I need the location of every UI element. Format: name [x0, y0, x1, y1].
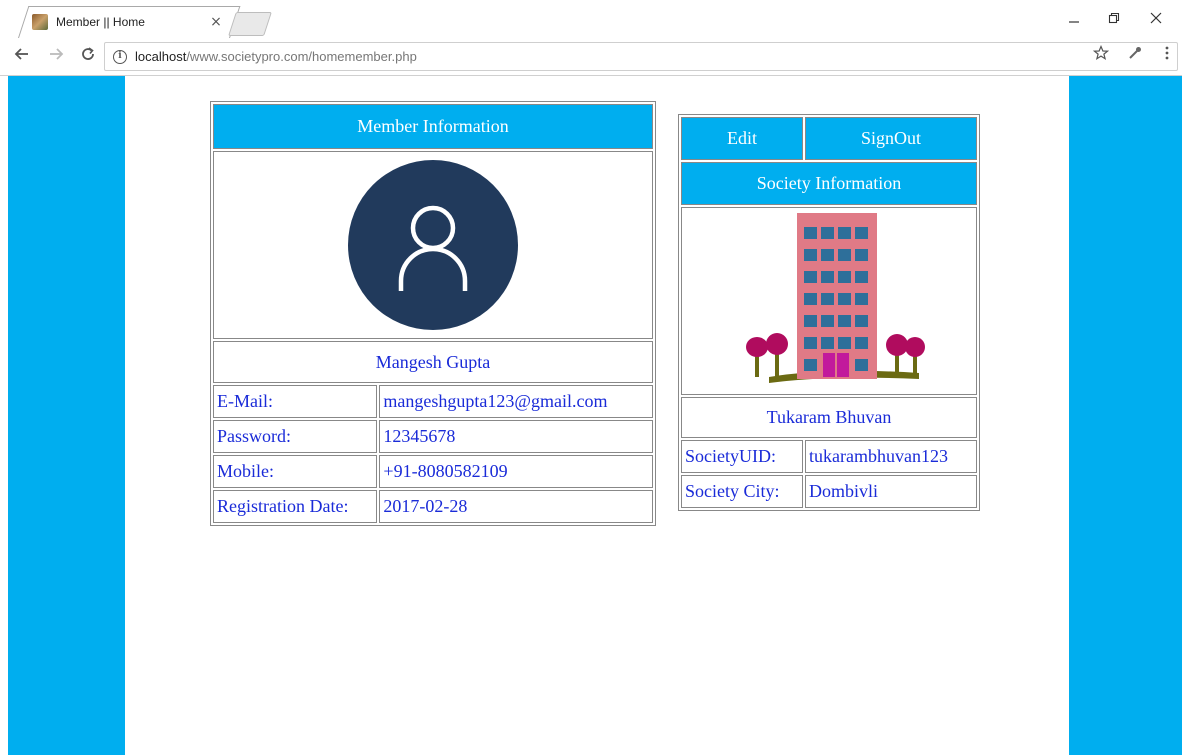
society-information-header: Society Information: [681, 162, 977, 205]
url-path: /www.societypro.com/homemember.php: [186, 49, 417, 64]
registration-date-value: 2017-02-28: [379, 490, 653, 523]
table-row: Password: 12345678: [213, 420, 653, 453]
url-host: localhost: [135, 49, 187, 64]
user-icon: [398, 205, 468, 291]
password-label: Password:: [213, 420, 378, 453]
email-label: E-Mail:: [213, 385, 378, 418]
building-cell: [681, 207, 977, 395]
society-name: Tukaram Bhuvan: [681, 397, 977, 438]
signout-button[interactable]: SignOut: [805, 117, 977, 160]
society-uid-value: tukarambhuvan123: [805, 440, 977, 473]
menu-icon[interactable]: [1156, 45, 1178, 65]
reload-icon[interactable]: [76, 46, 100, 68]
email-value: mangeshgupta123@gmail.com: [379, 385, 653, 418]
browser-tab-content[interactable]: Member || Home ×: [20, 6, 230, 38]
table-row: E-Mail: mangeshgupta123@gmail.com: [213, 385, 653, 418]
page-content: Member Information Mangesh Gupta E-Mail:: [125, 76, 1069, 755]
society-information-table: Edit SignOut Society Information Tukaram…: [678, 114, 980, 511]
favicon-icon: [32, 14, 48, 30]
member-information-table: Member Information Mangesh Gupta E-Mail:: [210, 101, 656, 526]
edit-button[interactable]: Edit: [681, 117, 803, 160]
password-value: 12345678: [379, 420, 653, 453]
info-icon[interactable]: i: [113, 49, 127, 64]
avatar-cell: [213, 151, 653, 339]
table-row: Mobile: +91-8080582109: [213, 455, 653, 488]
restore-icon[interactable]: [1098, 8, 1130, 30]
close-window-icon[interactable]: [1140, 8, 1172, 30]
url-text: localhost/www.societypro.com/homemember.…: [135, 49, 417, 64]
tab-title: Member || Home: [56, 15, 145, 29]
page-background: Member Information Mangesh Gupta E-Mail:: [8, 76, 1182, 755]
society-city-label: Society City:: [681, 475, 803, 508]
table-row: SocietyUID: tukarambhuvan123: [681, 440, 977, 473]
back-icon[interactable]: [10, 46, 34, 68]
new-tab-button[interactable]: [228, 12, 272, 36]
address-bar[interactable]: i localhost/www.societypro.com/homemembe…: [104, 42, 1178, 71]
avatar: [348, 160, 518, 330]
star-icon[interactable]: [1090, 44, 1112, 65]
member-information-header: Member Information: [213, 104, 653, 149]
minimize-icon[interactable]: [1058, 8, 1090, 30]
member-name: Mangesh Gupta: [213, 341, 653, 383]
registration-date-label: Registration Date:: [213, 490, 378, 523]
table-row: Registration Date: 2017-02-28: [213, 490, 653, 523]
tab-strip: Member || Home ×: [0, 0, 1182, 38]
mobile-value: +91-8080582109: [379, 455, 653, 488]
mobile-label: Mobile:: [213, 455, 378, 488]
table-row: Society City: Dombivli: [681, 475, 977, 508]
tab-close-icon[interactable]: ×: [206, 14, 226, 30]
forward-icon[interactable]: [44, 46, 68, 68]
browser-toolbar: i localhost/www.societypro.com/homemembe…: [0, 38, 1182, 76]
building-icon: [746, 212, 925, 383]
society-city-value: Dombivli: [805, 475, 977, 508]
extension-icon[interactable]: [1124, 45, 1146, 65]
society-uid-label: SocietyUID:: [681, 440, 803, 473]
